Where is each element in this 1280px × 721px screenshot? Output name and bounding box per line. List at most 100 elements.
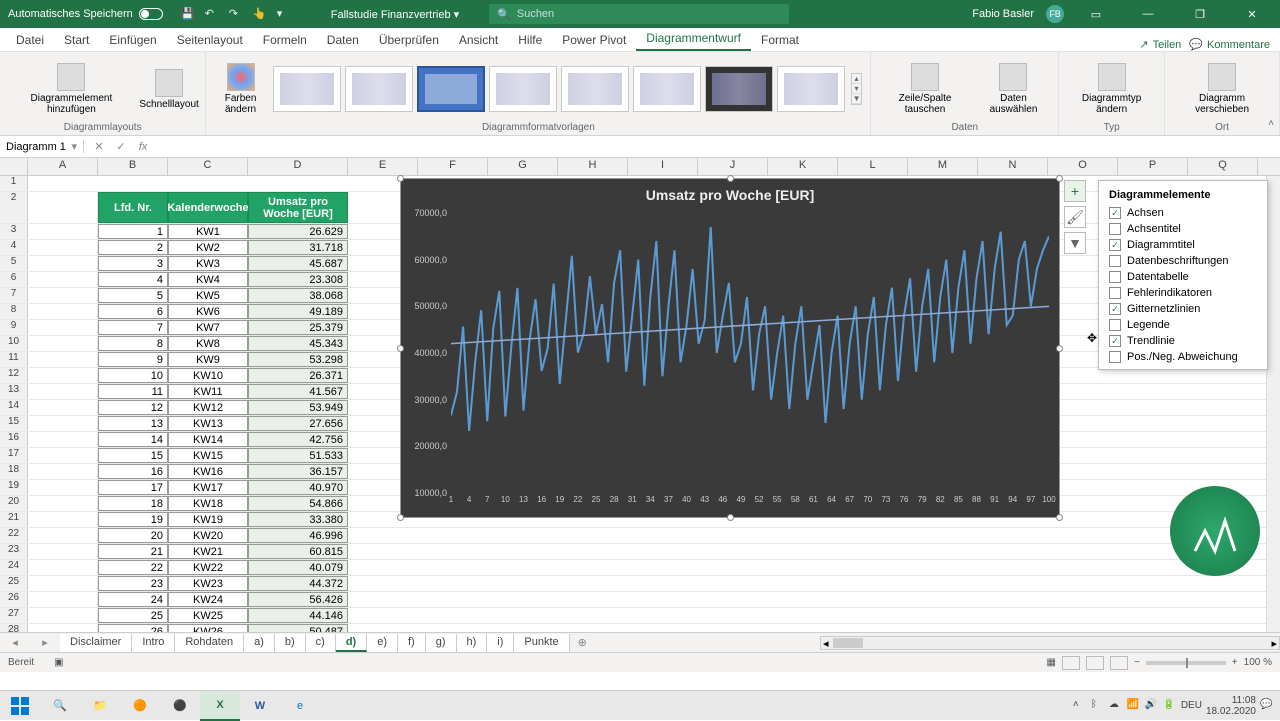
cell-kw[interactable]: KW4	[168, 272, 248, 287]
style-thumb-2[interactable]	[345, 66, 413, 112]
cell-kw[interactable]: KW11	[168, 384, 248, 399]
save-icon[interactable]: 💾	[181, 7, 195, 21]
cell-kw[interactable]: KW12	[168, 400, 248, 415]
checkbox-icon[interactable]: ✓	[1109, 335, 1121, 347]
tray-time[interactable]: 11:08	[1206, 695, 1256, 706]
style-thumb-3[interactable]	[417, 66, 485, 112]
cell-umsatz[interactable]: 44.372	[248, 576, 348, 591]
tray-language[interactable]: DEU	[1181, 700, 1202, 711]
row-header-10[interactable]: 10	[0, 336, 28, 351]
cell-lfdnr[interactable]: 8	[98, 336, 168, 351]
select-data-button[interactable]: Daten auswählen	[977, 63, 1050, 115]
task-app-3[interactable]: ⚫	[160, 691, 200, 721]
move-chart-button[interactable]: Diagramm verschieben	[1173, 63, 1271, 115]
row-header-9[interactable]: 9	[0, 320, 28, 335]
embedded-chart[interactable]: Umsatz pro Woche [EUR] 70000,060000,0500…	[400, 178, 1060, 518]
page-layout-view-button[interactable]	[1086, 656, 1104, 670]
search-button[interactable]: 🔍	[40, 691, 80, 721]
sheet-tab-Punkte[interactable]: Punkte	[514, 634, 569, 652]
tab-format[interactable]: Format	[751, 29, 809, 51]
tray-date[interactable]: 18.02.2020	[1206, 706, 1256, 717]
cell-umsatz[interactable]: 26.371	[248, 368, 348, 383]
cell-lfdnr[interactable]: 18	[98, 496, 168, 511]
cell-lfdnr[interactable]: 1	[98, 224, 168, 239]
col-header-C[interactable]: C	[168, 158, 248, 175]
cell-kw[interactable]: KW18	[168, 496, 248, 511]
tab-power pivot[interactable]: Power Pivot	[552, 29, 636, 51]
col-header-L[interactable]: L	[838, 158, 908, 175]
style-thumb-4[interactable]	[489, 66, 557, 112]
tray-battery-icon[interactable]: 🔋	[1163, 699, 1177, 713]
comments-button[interactable]: 💬 Kommentare	[1189, 38, 1270, 51]
cell-umsatz[interactable]: 33.380	[248, 512, 348, 527]
tab-einfügen[interactable]: Einfügen	[99, 29, 166, 51]
cell-umsatz[interactable]: 26.629	[248, 224, 348, 239]
minimize-icon[interactable]: —	[1128, 0, 1168, 28]
col-header-N[interactable]: N	[978, 158, 1048, 175]
sheet-tab-h[interactable]: h)	[457, 634, 488, 652]
cell-umsatz[interactable]: 27.656	[248, 416, 348, 431]
cell-lfdnr[interactable]: 9	[98, 352, 168, 367]
autosave-toggle[interactable]: Automatisches Speichern	[0, 8, 171, 20]
flyout-item-datentabelle[interactable]: Datentabelle	[1099, 269, 1267, 285]
user-name[interactable]: Fabio Basler	[972, 8, 1034, 20]
tab-überprüfen[interactable]: Überprüfen	[369, 29, 449, 51]
sheet-tab-b[interactable]: b)	[275, 634, 306, 652]
style-thumb-5[interactable]	[561, 66, 629, 112]
zoom-in-button[interactable]: +	[1232, 657, 1238, 668]
cell-umsatz[interactable]: 23.308	[248, 272, 348, 287]
row-header-28[interactable]: 28	[0, 624, 28, 632]
sheet-tab-c[interactable]: c)	[306, 634, 336, 652]
add-sheet-button[interactable]: ⊕	[570, 636, 595, 649]
cell-lfdnr[interactable]: 11	[98, 384, 168, 399]
cell-kw[interactable]: KW8	[168, 336, 248, 351]
cell-lfdnr[interactable]: 6	[98, 304, 168, 319]
cell-umsatz[interactable]: 41.567	[248, 384, 348, 399]
row-header-22[interactable]: 22	[0, 528, 28, 543]
checkbox-icon[interactable]: ✓	[1109, 303, 1121, 315]
row-header-12[interactable]: 12	[0, 368, 28, 383]
cell-lfdnr[interactable]: 10	[98, 368, 168, 383]
quick-layout-button[interactable]: Schnelllayout	[141, 69, 198, 110]
chart-title[interactable]: Umsatz pro Woche [EUR]	[401, 179, 1059, 207]
checkbox-icon[interactable]	[1109, 351, 1121, 363]
cell-kw[interactable]: KW9	[168, 352, 248, 367]
cell-kw[interactable]: KW25	[168, 608, 248, 623]
style-scroll[interactable]: ▴▾▼	[851, 73, 863, 105]
cell-kw[interactable]: KW23	[168, 576, 248, 591]
maximize-icon[interactable]: ❐	[1180, 0, 1220, 28]
task-excel[interactable]: X	[200, 691, 240, 721]
cell-kw[interactable]: KW14	[168, 432, 248, 447]
chart-elements-button[interactable]: +	[1064, 180, 1086, 202]
cell-umsatz[interactable]: 46.996	[248, 528, 348, 543]
col-header-A[interactable]: A	[28, 158, 98, 175]
task-word[interactable]: W	[240, 691, 280, 721]
row-header-5[interactable]: 5	[0, 256, 28, 271]
sheet-tab-g[interactable]: g)	[426, 634, 457, 652]
row-header-19[interactable]: 19	[0, 480, 28, 495]
cell-lfdnr[interactable]: 14	[98, 432, 168, 447]
checkbox-icon[interactable]	[1109, 319, 1121, 331]
cell-lfdnr[interactable]: 15	[98, 448, 168, 463]
row-header-21[interactable]: 21	[0, 512, 28, 527]
checkbox-icon[interactable]: ✓	[1109, 239, 1121, 251]
cell-umsatz[interactable]: 53.298	[248, 352, 348, 367]
cell-kw[interactable]: KW6	[168, 304, 248, 319]
col-header-I[interactable]: I	[628, 158, 698, 175]
horizontal-scrollbar[interactable]: ◂▸	[820, 636, 1280, 650]
worksheet-grid[interactable]: ABCDEFGHIJKLMNOPQ 12Lfd. Nr.Kalenderwoch…	[0, 158, 1280, 632]
row-header-16[interactable]: 16	[0, 432, 28, 447]
cell-lfdnr[interactable]: 19	[98, 512, 168, 527]
cell-kw[interactable]: KW19	[168, 512, 248, 527]
close-icon[interactable]: ✕	[1232, 0, 1272, 28]
col-header-O[interactable]: O	[1048, 158, 1118, 175]
col-header-H[interactable]: H	[558, 158, 628, 175]
checkbox-icon[interactable]	[1109, 271, 1121, 283]
cell-lfdnr[interactable]: 16	[98, 464, 168, 479]
task-app-2[interactable]: 🟠	[120, 691, 160, 721]
start-button[interactable]	[0, 691, 40, 721]
cell-kw[interactable]: KW17	[168, 480, 248, 495]
flyout-item-datenbeschriftungen[interactable]: Datenbeschriftungen	[1099, 253, 1267, 269]
style-thumb-6[interactable]	[633, 66, 701, 112]
cell-lfdnr[interactable]: 3	[98, 256, 168, 271]
